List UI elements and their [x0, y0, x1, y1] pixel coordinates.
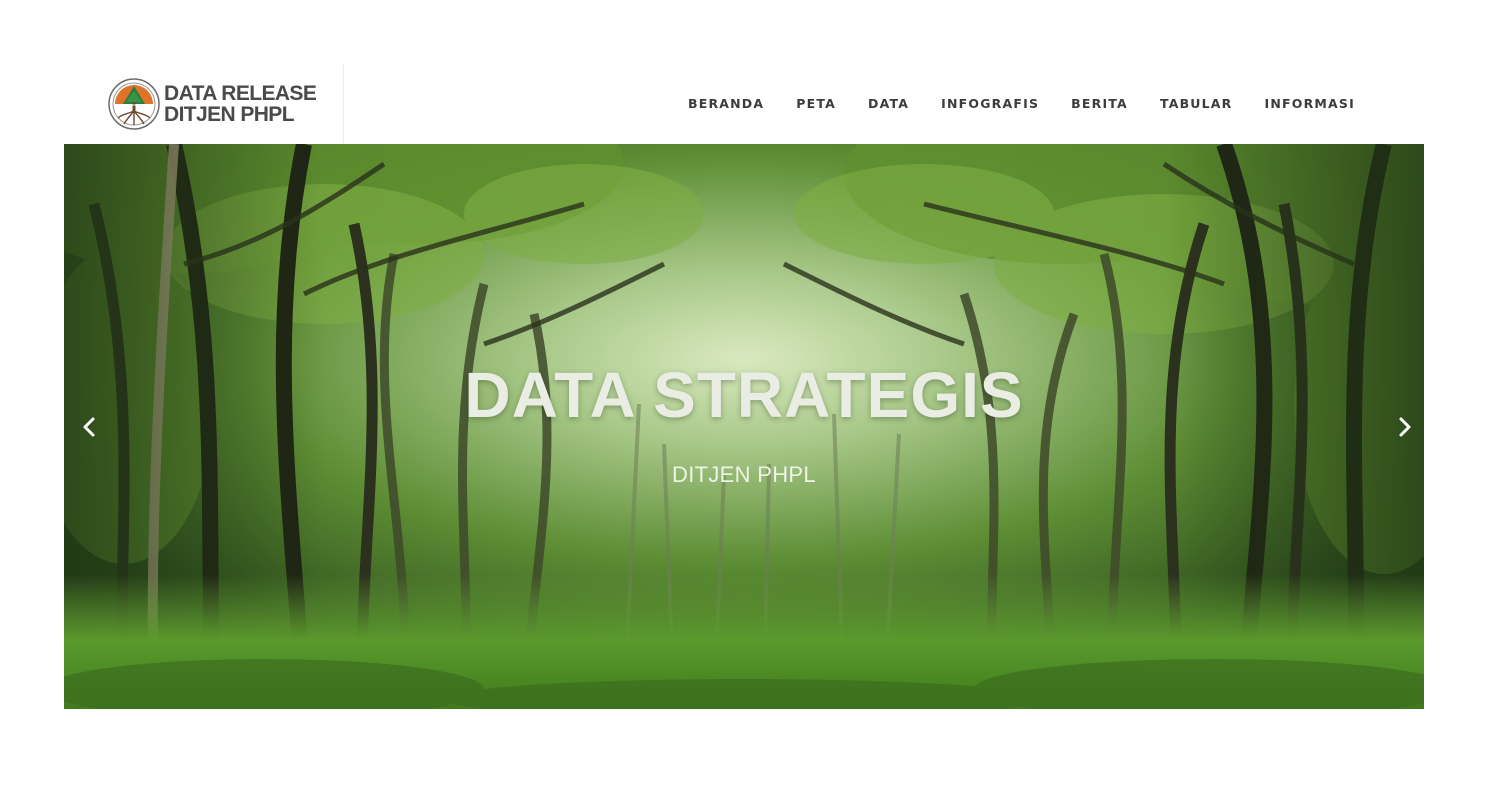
brand-logo-link[interactable]: DATA RELEASE DITJEN PHPL [108, 78, 317, 130]
main-nav: BERANDA PETA DATA INFOGRAFIS BERITA TABU… [656, 64, 1355, 144]
nav-item-informasi: INFORMASI [1265, 95, 1355, 113]
brand-line-2: DITJEN PHPL [164, 103, 295, 126]
header-divider [343, 64, 344, 144]
hero-slider: DATA STRATEGIS DITJEN PHPL [64, 144, 1424, 709]
nav-item-data: DATA [868, 95, 909, 113]
nav-link-berita[interactable]: BERITA [1071, 96, 1128, 111]
site-header: DATA RELEASE DITJEN PHPL BERANDA PETA DA… [64, 64, 1424, 144]
chevron-left-icon [83, 417, 95, 437]
nav-link-peta[interactable]: PETA [796, 96, 836, 111]
hero-title: DATA STRATEGIS [464, 359, 1024, 431]
hero-subtitle: DITJEN PHPL [672, 462, 816, 487]
brand-text: DATA RELEASE DITJEN PHPL [164, 82, 317, 126]
nav-link-tabular[interactable]: TABULAR [1160, 96, 1233, 111]
brand-line-1: DATA RELEASE [164, 82, 317, 105]
nav-link-beranda[interactable]: BERANDA [688, 96, 764, 111]
slider-next-button[interactable] [1390, 412, 1418, 442]
chevron-right-icon [1399, 417, 1411, 437]
nav-item-infografis: INFOGRAFIS [941, 95, 1039, 113]
nav-link-infografis[interactable]: INFOGRAFIS [941, 96, 1039, 111]
nav-item-berita: BERITA [1071, 95, 1128, 113]
nav-link-data[interactable]: DATA [868, 96, 909, 111]
page: DATA RELEASE DITJEN PHPL BERANDA PETA DA… [0, 0, 1496, 808]
nav-item-beranda: BERANDA [688, 95, 764, 113]
nav-item-tabular: TABULAR [1160, 95, 1233, 113]
slider-prev-button[interactable] [76, 412, 104, 442]
nav-link-informasi[interactable]: INFORMASI [1265, 96, 1355, 111]
nav-item-peta: PETA [796, 95, 836, 113]
klhk-tree-emblem-icon [108, 78, 160, 130]
